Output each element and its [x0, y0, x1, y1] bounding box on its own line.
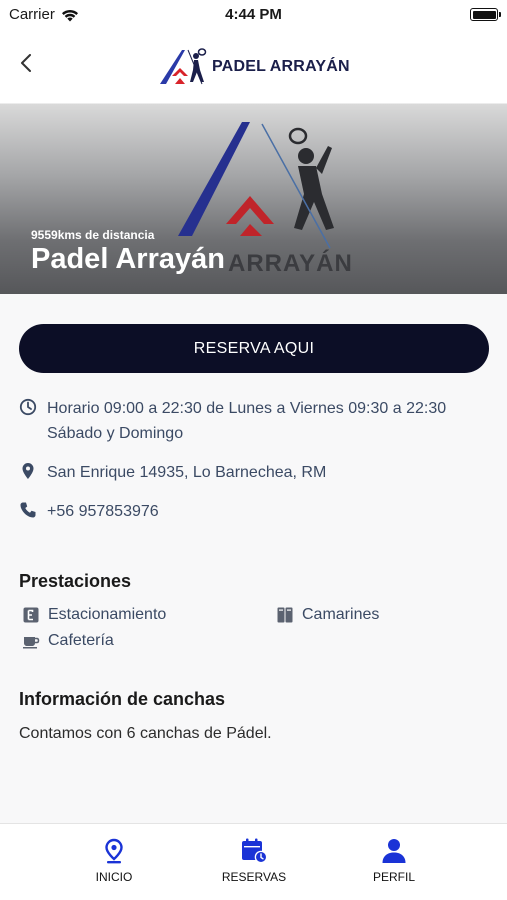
back-button[interactable] — [14, 48, 38, 78]
amenity-label: Camarines — [302, 606, 380, 623]
courts-text: Contamos con 6 canchas de Pádel. — [19, 725, 272, 742]
chevron-left-icon — [21, 54, 31, 72]
distance-label: 9559kms de distancia — [31, 228, 155, 242]
club-title: Padel Arrayán — [31, 243, 225, 275]
lockers-icon — [277, 607, 293, 623]
reserve-button[interactable]: RESERVA AQUI — [19, 324, 489, 373]
amenities-title: Prestaciones — [19, 571, 132, 591]
tab-label: PERFIL — [372, 870, 415, 884]
location-pin-icon — [105, 838, 123, 864]
tab-bar: INICIO RESERVAS PERFIL — [0, 823, 507, 900]
status-time: 4:44 PM — [225, 6, 282, 23]
amenity-label: Estacionamiento — [48, 606, 167, 623]
courts-title: Información de canchas — [19, 689, 226, 709]
hero-watermark-text: ARRAYÁN — [228, 250, 353, 277]
status-bar: Carrier 4:44 PM — [0, 0, 507, 30]
map-pin-icon — [22, 463, 34, 479]
club-hero-banner: ARRAYÁN 9559kms de distancia Padel Array… — [0, 104, 507, 294]
coffee-cup-icon — [23, 637, 40, 649]
amenity-label: Cafetería — [48, 632, 114, 649]
battery-icon — [470, 8, 501, 21]
calendar-clock-icon — [242, 838, 268, 864]
nav-logo-text: PADEL ARRAYÁN — [212, 58, 350, 75]
amenity-cafeteria: Cafetería — [22, 632, 114, 650]
schedule-row: Horario 09:00 a 22:30 de Lunes a Viernes… — [19, 396, 479, 446]
phone-row[interactable]: +56 957853976 — [19, 499, 159, 524]
phone-icon — [20, 502, 36, 518]
address-text: San Enrique 14935, Lo Barnechea, RM — [47, 464, 327, 481]
padel-arrayan-logo-icon — [160, 48, 207, 85]
tab-reservas[interactable]: RESERVAS — [199, 838, 309, 884]
nav-bar: PADEL ARRAYÁN — [0, 30, 507, 104]
address-row[interactable]: San Enrique 14935, Lo Barnechea, RM — [19, 460, 326, 485]
nav-logo: PADEL ARRAYÁN — [158, 48, 350, 86]
parking-icon — [23, 607, 39, 623]
user-icon — [382, 839, 406, 863]
amenity-lockers: Camarines — [276, 606, 379, 624]
tab-perfil[interactable]: PERFIL — [339, 838, 449, 884]
amenity-parking: Estacionamiento — [22, 606, 166, 624]
tab-inicio[interactable]: INICIO — [59, 838, 169, 884]
schedule-text: Horario 09:00 a 22:30 de Lunes a Viernes… — [47, 400, 447, 442]
tab-label: RESERVAS — [221, 870, 287, 884]
phone-text: +56 957853976 — [47, 503, 159, 520]
clock-icon — [19, 398, 37, 416]
tab-label: INICIO — [95, 870, 133, 884]
